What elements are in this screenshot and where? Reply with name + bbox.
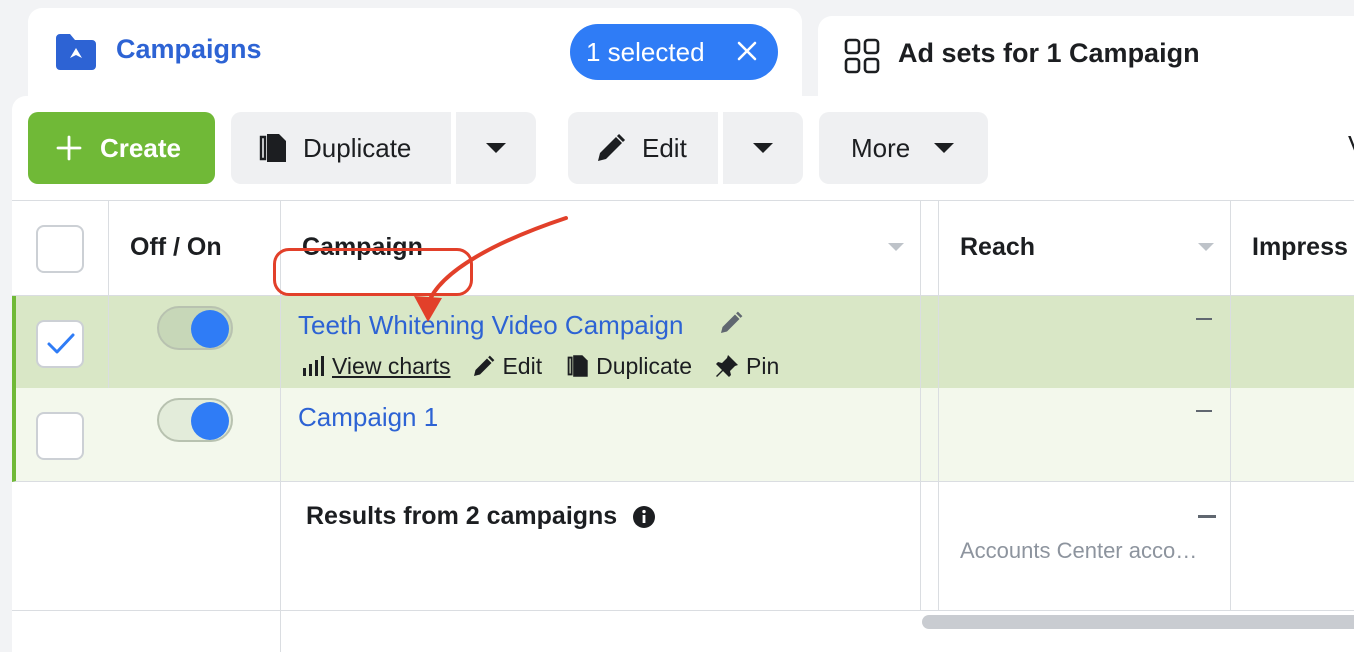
row-pin-link[interactable]: Pin: [714, 353, 779, 380]
header-impressions[interactable]: Impress: [1252, 233, 1348, 262]
checkmark-icon: [47, 333, 75, 354]
row-pin-label: Pin: [746, 352, 780, 379]
column-divider: [920, 200, 921, 610]
campaign-name-link[interactable]: Teeth Whitening Video Campaign: [298, 310, 683, 341]
table-header: Off / On Campaign Reach Impress: [12, 200, 1354, 296]
chevron-down-icon: [934, 143, 955, 153]
duplicate-dropdown-button[interactable]: [456, 112, 536, 184]
row-duplicate-link[interactable]: Duplicate: [564, 353, 692, 380]
create-label: Create: [100, 132, 181, 163]
toggle-knob: [191, 402, 229, 440]
row-edit-link[interactable]: Edit: [472, 353, 542, 380]
summary-reach-value: [1198, 515, 1216, 518]
row-duplicate-label: Duplicate: [596, 352, 692, 379]
tab-campaigns-label: Campaigns: [116, 34, 262, 64]
duplicate-icon: [567, 355, 588, 377]
table-row[interactable]: Teeth Whitening Video Campaign View char…: [12, 296, 1354, 388]
tab-adsets[interactable]: Ad sets for 1 Campaign: [818, 16, 1354, 96]
pencil-icon: [474, 355, 495, 376]
selected-count-label: 1 selected: [586, 36, 705, 67]
view-charts-link[interactable]: View charts: [302, 353, 450, 380]
toolbar-cut-text: V: [1348, 130, 1354, 161]
campaigns-table: Off / On Campaign Reach Impress Teeth Wh…: [12, 200, 1354, 652]
results-summary-label: Results from 2 campaigns: [306, 502, 618, 530]
row-actions: View charts Edit Duplicate Pin: [302, 352, 801, 380]
view-charts-label: View charts: [332, 352, 451, 379]
column-divider: [108, 200, 109, 388]
rename-pencil-icon[interactable]: [718, 310, 744, 336]
sort-icon[interactable]: [1198, 243, 1214, 251]
campaign-toggle[interactable]: [157, 398, 233, 442]
plus-icon: [56, 135, 82, 161]
table-row[interactable]: Campaign 1: [12, 388, 1354, 482]
folder-icon: [56, 34, 96, 70]
duplicate-button[interactable]: Duplicate: [231, 112, 451, 184]
pencil-icon: [598, 133, 626, 161]
annotation-highlight: [273, 248, 473, 296]
campaign-toggle[interactable]: [157, 306, 233, 350]
grid-icon: [844, 38, 880, 74]
pin-icon: [716, 355, 738, 377]
toggle-knob: [191, 310, 229, 348]
toolbar: Create Duplicate Edit More V: [12, 112, 1354, 184]
row-checkbox[interactable]: [36, 412, 84, 460]
row-edit-label: Edit: [502, 352, 543, 379]
row-checkbox[interactable]: [36, 320, 84, 368]
more-label: More: [851, 132, 911, 163]
column-divider: [938, 200, 939, 610]
tab-campaigns[interactable]: Campaigns 1 selected: [28, 8, 802, 108]
reach-value: [1196, 410, 1212, 412]
edit-label: Edit: [642, 132, 687, 163]
column-divider: [1230, 200, 1231, 610]
table-footer-divider: [12, 610, 1354, 611]
tab-adsets-label: Ad sets for 1 Campaign: [898, 38, 1200, 68]
results-summary: Results from 2 campaigns: [306, 502, 656, 531]
bar-chart-icon: [303, 356, 324, 376]
header-off-on: Off / On: [130, 233, 222, 261]
chevron-down-icon: [753, 143, 773, 153]
close-icon[interactable]: [734, 38, 760, 64]
chevron-down-icon: [486, 143, 506, 153]
duplicate-label: Duplicate: [303, 132, 412, 163]
summary-reach-note: Accounts Center acco…: [960, 538, 1198, 563]
main-panel: Create Duplicate Edit More V: [12, 96, 1354, 652]
campaign-name-link[interactable]: Campaign 1: [298, 402, 438, 433]
reach-value: [1196, 318, 1212, 320]
create-button[interactable]: Create: [28, 112, 215, 184]
more-button[interactable]: More: [819, 112, 988, 184]
edit-dropdown-button[interactable]: [723, 112, 803, 184]
select-all-checkbox[interactable]: [36, 225, 84, 273]
info-icon[interactable]: [632, 505, 656, 529]
edit-button[interactable]: Edit: [568, 112, 718, 184]
selected-count-badge[interactable]: 1 selected: [570, 24, 778, 80]
duplicate-icon: [259, 134, 286, 162]
header-reach[interactable]: Reach: [960, 233, 1035, 262]
horizontal-scrollbar[interactable]: [922, 615, 1354, 629]
sort-icon[interactable]: [888, 243, 904, 251]
